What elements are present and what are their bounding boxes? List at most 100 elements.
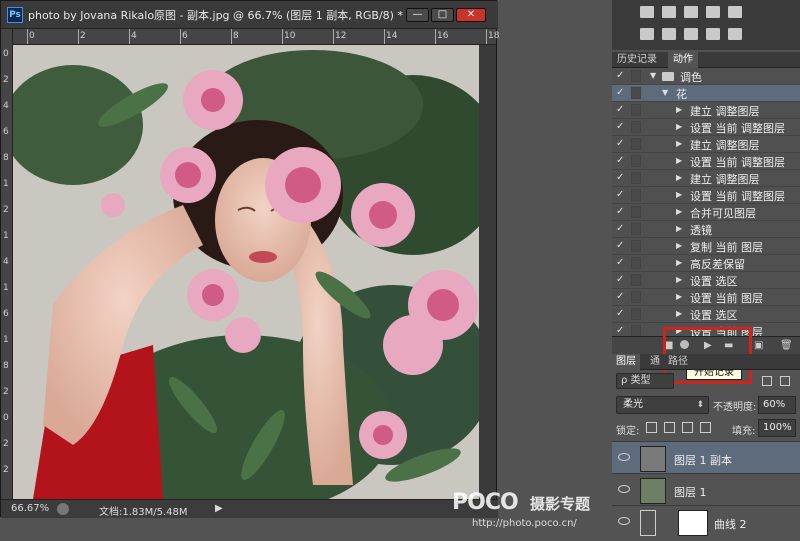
expand-arrow-icon[interactable]: ▶: [676, 241, 682, 250]
action-step-row[interactable]: ✓ ▶ 建立 调整图层: [612, 102, 800, 119]
dialog-toggle[interactable]: [631, 189, 641, 201]
action-step-row[interactable]: ✓ ▶ 设置 当前 图层: [612, 289, 800, 306]
maximize-button[interactable]: □: [431, 8, 454, 22]
expand-arrow-icon[interactable]: ▶: [676, 309, 682, 318]
adjustment-icon[interactable]: [684, 28, 698, 40]
action-step-row[interactable]: ✓ ▶ 建立 调整图层: [612, 170, 800, 187]
expand-arrow-icon[interactable]: ▶: [676, 258, 682, 267]
layer-row[interactable]: 图层 1 副本: [612, 441, 800, 473]
dialog-toggle[interactable]: [631, 138, 641, 150]
action-step-row[interactable]: ✓ ▶ 设置 当前 调整图层: [612, 187, 800, 204]
dialog-toggle[interactable]: [631, 104, 641, 116]
action-step-row[interactable]: ✓ ▶ 透镜: [612, 221, 800, 238]
toggle-check-icon[interactable]: ✓: [616, 155, 624, 166]
toggle-check-icon[interactable]: ✓: [616, 257, 624, 268]
dialog-toggle[interactable]: [631, 223, 641, 235]
status-menu-arrow-icon[interactable]: ▶: [215, 503, 223, 514]
action-set-row[interactable]: ✓ ▼ 调色: [612, 68, 800, 85]
tab-history[interactable]: 历史记录: [612, 52, 662, 68]
lock-image-icon[interactable]: [664, 422, 675, 433]
status-info-icon[interactable]: [57, 503, 69, 515]
dialog-toggle[interactable]: [631, 172, 641, 184]
blend-mode-select[interactable]: 柔光 ⬍: [616, 396, 709, 414]
toggle-check-icon[interactable]: ✓: [616, 121, 624, 132]
layer-filter-select[interactable]: ρ 类型: [616, 373, 674, 389]
delete-action-icon[interactable]: 🗑: [780, 340, 793, 351]
dialog-toggle[interactable]: [631, 206, 641, 218]
toggle-check-icon[interactable]: ✓: [616, 70, 624, 81]
adjustment-icon[interactable]: [684, 6, 698, 18]
dialog-toggle[interactable]: [631, 155, 641, 167]
expand-arrow-icon[interactable]: ▶: [676, 139, 682, 148]
toggle-check-icon[interactable]: ✓: [616, 104, 624, 115]
actions-list[interactable]: ✓ ▼ 调色 ✓ ▼ 花 ✓ ▶ 建立 调整图层 ✓ ▶ 设置 当前 调整图层 ✓ ▶ 建立 调整图层 ✓ ▶ 设…: [612, 68, 800, 336]
minimize-button[interactable]: —: [406, 8, 429, 22]
action-step-row[interactable]: ✓ ▶ 复制 当前 图层: [612, 238, 800, 255]
adjustment-icon[interactable]: [662, 6, 676, 18]
toggle-check-icon[interactable]: ✓: [616, 325, 624, 336]
dialog-toggle[interactable]: [631, 291, 641, 303]
filter-smart-icon[interactable]: [780, 376, 790, 386]
layer-row[interactable]: 曲线 2: [612, 505, 800, 537]
adjustment-icon[interactable]: [662, 28, 676, 40]
tab-paths[interactable]: 路径: [664, 354, 692, 370]
expand-arrow-icon[interactable]: ▶: [676, 173, 682, 182]
expand-arrow-icon[interactable]: ▶: [676, 156, 682, 165]
toggle-check-icon[interactable]: ✓: [616, 291, 624, 302]
collapse-arrow-icon[interactable]: ▼: [662, 88, 668, 97]
dialog-toggle[interactable]: [631, 325, 641, 336]
tab-layers[interactable]: 图层: [612, 354, 640, 370]
dialog-toggle[interactable]: [631, 308, 641, 320]
toggle-check-icon[interactable]: ✓: [616, 308, 624, 319]
action-step-row[interactable]: ✓ ▶ 建立 调整图层: [612, 136, 800, 153]
toggle-check-icon[interactable]: ✓: [616, 274, 624, 285]
lock-position-icon[interactable]: [682, 422, 693, 433]
dialog-toggle[interactable]: [631, 121, 641, 133]
eye-icon[interactable]: [618, 517, 630, 525]
tab-channels[interactable]: 通: [646, 354, 664, 370]
expand-arrow-icon[interactable]: ▶: [676, 207, 682, 216]
toggle-check-icon[interactable]: ✓: [616, 206, 624, 217]
adjustment-icon[interactable]: [640, 28, 654, 40]
eye-icon[interactable]: [618, 485, 630, 493]
adjustment-icon[interactable]: [706, 28, 720, 40]
action-step-row[interactable]: ✓ ▶ 设置 当前 调整图层: [612, 153, 800, 170]
lock-all-icon[interactable]: [700, 422, 711, 433]
action-step-row[interactable]: ✓ ▶ 设置 选区: [612, 272, 800, 289]
eye-icon[interactable]: [618, 453, 630, 461]
opacity-input[interactable]: 60%: [758, 396, 796, 414]
layer-row[interactable]: 图层 1: [612, 473, 800, 505]
ruler-horizontal[interactable]: 0 2 4 6 8 10 12 14 16 18: [13, 29, 499, 45]
action-step-row[interactable]: ✓ ▶ 设置 当前 调整图层: [612, 119, 800, 136]
expand-arrow-icon[interactable]: ▶: [676, 190, 682, 199]
lock-transparent-icon[interactable]: [646, 422, 657, 433]
toggle-check-icon[interactable]: ✓: [616, 87, 624, 98]
vertical-scrollbar[interactable]: [479, 45, 496, 499]
action-row[interactable]: ✓ ▼ 花: [612, 85, 800, 102]
adjustment-icon[interactable]: [728, 6, 742, 18]
dialog-toggle[interactable]: [631, 70, 641, 82]
expand-arrow-icon[interactable]: ▶: [676, 122, 682, 131]
action-step-row[interactable]: ✓ ▶ 高反差保留: [612, 255, 800, 272]
tab-actions[interactable]: 动作: [668, 52, 698, 68]
adjustment-icon[interactable]: [728, 28, 742, 40]
action-step-row[interactable]: ✓ ▶ 设置 选区: [612, 306, 800, 323]
document-title-bar[interactable]: Ps photo by Jovana Rikalo原图 - 副本.jpg @ 6…: [1, 1, 498, 29]
dialog-toggle[interactable]: [631, 274, 641, 286]
dialog-toggle[interactable]: [631, 87, 641, 99]
expand-arrow-icon[interactable]: ▶: [676, 105, 682, 114]
new-action-icon[interactable]: ▣: [754, 340, 763, 351]
toggle-check-icon[interactable]: ✓: [616, 223, 624, 234]
ruler-vertical[interactable]: 0 2 4 6 8 1 2 1 4 1 6 1 8 2 0 2 2: [1, 29, 13, 499]
collapse-arrow-icon[interactable]: ▼: [650, 71, 656, 80]
adjustment-icon[interactable]: [706, 6, 720, 18]
expand-arrow-icon[interactable]: ▶: [676, 224, 682, 233]
expand-arrow-icon[interactable]: ▶: [676, 275, 682, 284]
dialog-toggle[interactable]: [631, 257, 641, 269]
toggle-check-icon[interactable]: ✓: [616, 189, 624, 200]
toggle-check-icon[interactable]: ✓: [616, 172, 624, 183]
zoom-level[interactable]: 66.67%: [11, 503, 49, 514]
adjustment-icon[interactable]: [640, 6, 654, 18]
expand-arrow-icon[interactable]: ▶: [676, 292, 682, 301]
dialog-toggle[interactable]: [631, 240, 641, 252]
